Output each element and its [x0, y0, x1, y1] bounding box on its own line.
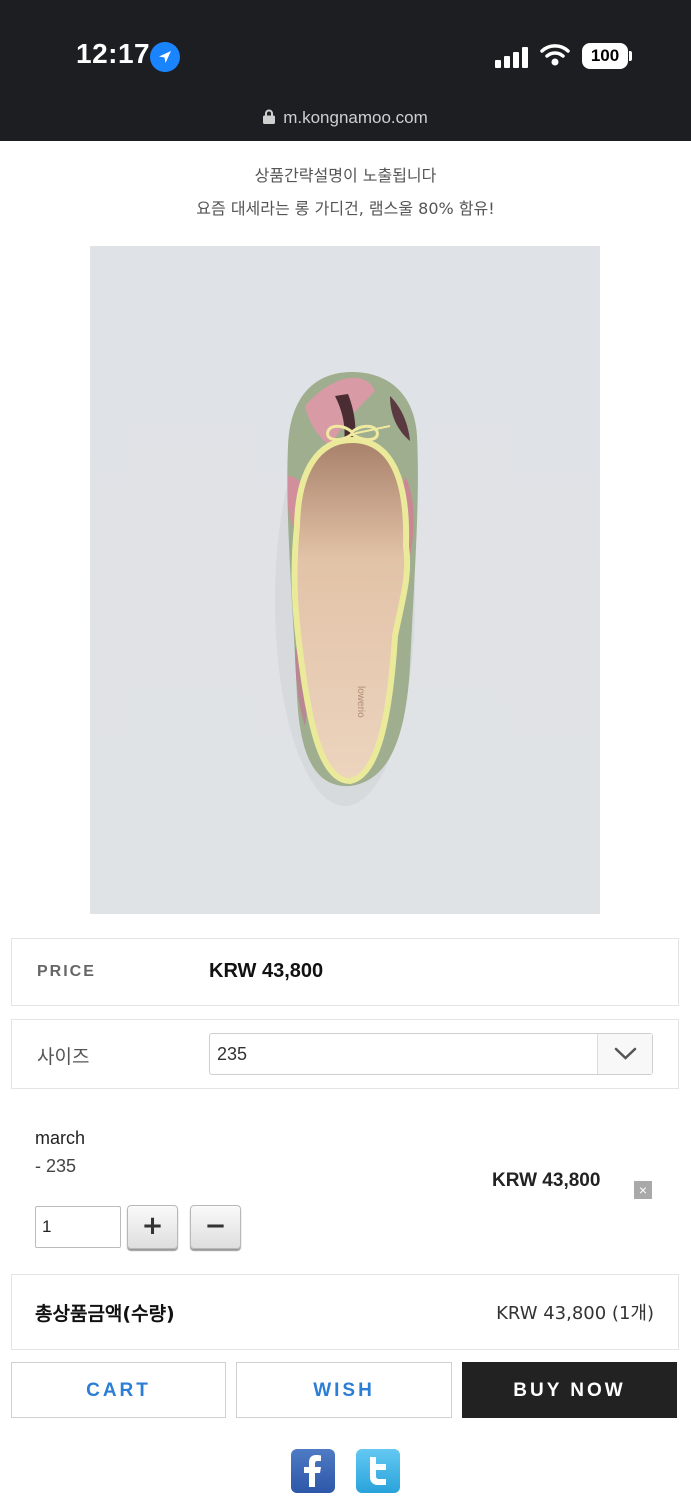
price-value: KRW 43,800 — [209, 960, 324, 982]
shoe-illustration: lowerio — [90, 246, 600, 914]
status-time: 12:17 — [76, 38, 151, 69]
location-arrow-icon — [150, 42, 180, 72]
quantity-minus-button[interactable]: − — [190, 1205, 241, 1249]
wish-button[interactable]: WISH — [236, 1362, 452, 1418]
product-summary: 상품간략설명이 노출됩니다 — [254, 166, 437, 185]
cart-button[interactable]: CART — [11, 1362, 226, 1418]
selected-product-option: - 235 — [35, 1156, 77, 1176]
lock-icon — [263, 109, 276, 124]
facebook-icon[interactable] — [291, 1449, 335, 1493]
quantity-input[interactable] — [35, 1206, 121, 1248]
size-label: 사이즈 — [37, 1046, 90, 1068]
product-description: 요즘 대세라는 롱 가디건, 램스울 80% 함유! — [196, 199, 495, 218]
product-image: lowerio — [90, 246, 600, 914]
size-select-value: 235 — [217, 1044, 248, 1064]
selected-product-name: march — [35, 1128, 86, 1148]
price-row: PRICE KRW 43,800 — [11, 938, 679, 1006]
remove-item-button[interactable]: × — [634, 1181, 652, 1199]
quantity-plus-button[interactable]: + — [127, 1205, 178, 1249]
buy-now-button[interactable]: BUY NOW — [462, 1362, 677, 1418]
size-select[interactable]: 235 — [209, 1033, 653, 1075]
wifi-icon — [540, 42, 570, 68]
battery-tip — [629, 51, 632, 61]
selected-product-price: KRW 43,800 — [492, 1170, 601, 1191]
status-bar: 12:17 100 m.kongnamoo.com — [0, 0, 691, 141]
address-bar[interactable]: m.kongnamoo.com — [0, 108, 691, 128]
url-text: m.kongnamoo.com — [283, 108, 428, 127]
chevron-down-icon[interactable] — [597, 1034, 652, 1074]
total-label: 총상품금액(수량) — [35, 1303, 175, 1325]
size-option-row: 사이즈 235 — [11, 1019, 679, 1089]
total-value: KRW 43,800 (1개) — [496, 1303, 654, 1324]
price-label: PRICE — [37, 963, 96, 980]
svg-text:lowerio: lowerio — [355, 686, 366, 718]
signal-icon — [495, 46, 529, 68]
twitter-icon[interactable] — [356, 1449, 400, 1493]
total-row: 총상품금액(수량) KRW 43,800 (1개) — [11, 1274, 679, 1350]
battery-icon: 100 — [582, 43, 628, 69]
